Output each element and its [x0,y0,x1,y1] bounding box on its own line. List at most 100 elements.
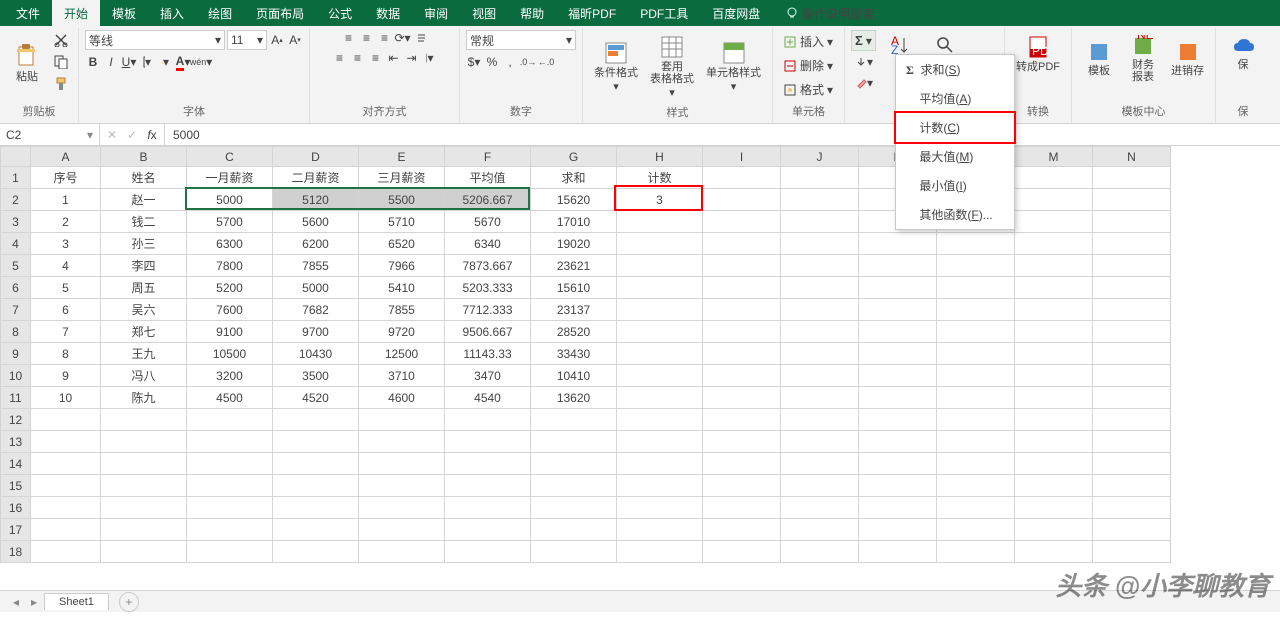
cell-L7[interactable] [937,299,1015,321]
tab-审阅[interactable]: 审阅 [412,0,460,26]
cell-L4[interactable] [937,233,1015,255]
cell-J5[interactable] [781,255,859,277]
cell-H13[interactable] [617,431,703,453]
cell-M3[interactable] [1015,211,1093,233]
wrap-text-button[interactable] [413,30,429,46]
cell-A10[interactable]: 9 [31,365,101,387]
cell-C3[interactable]: 5700 [187,211,273,233]
cell-J8[interactable] [781,321,859,343]
cell-D6[interactable]: 5000 [273,277,359,299]
autosum-C[interactable]: 计数(C) [896,113,1014,142]
align-right-button[interactable]: ≡ [368,50,384,66]
format-painter-button[interactable] [50,74,72,94]
cell-N17[interactable] [1093,519,1171,541]
cell-K18[interactable] [859,541,937,563]
tab-模板[interactable]: 模板 [100,0,148,26]
name-box[interactable]: C2▾ [0,124,100,145]
cell-D16[interactable] [273,497,359,519]
cell-H2[interactable]: 3 [617,189,703,211]
cell-E4[interactable]: 6520 [359,233,445,255]
cell-A12[interactable] [31,409,101,431]
cell-J6[interactable] [781,277,859,299]
cell-G18[interactable] [531,541,617,563]
col-header-M[interactable]: M [1015,147,1093,167]
fill-button[interactable]: ▾ [851,52,877,72]
cell-I6[interactable] [703,277,781,299]
formula-input[interactable]: 5000 [165,124,1280,145]
cell-H9[interactable] [617,343,703,365]
cell-D4[interactable]: 6200 [273,233,359,255]
fx-button[interactable]: fx [144,127,160,143]
cell-A4[interactable]: 3 [31,233,101,255]
cell-C1[interactable]: 一月薪资 [187,167,273,189]
cell-A1[interactable]: 序号 [31,167,101,189]
cell-I4[interactable] [703,233,781,255]
tab-百度网盘[interactable]: 百度网盘 [700,0,772,26]
col-header-H[interactable]: H [617,147,703,167]
cell-F2[interactable]: 5206.667 [445,189,531,211]
cell-K14[interactable] [859,453,937,475]
cell-F14[interactable] [445,453,531,475]
cell-J15[interactable] [781,475,859,497]
sales-template-button[interactable]: 进销存 [1166,36,1209,80]
cell-K9[interactable] [859,343,937,365]
cell-I9[interactable] [703,343,781,365]
cell-A6[interactable]: 5 [31,277,101,299]
cell-B8[interactable]: 郑七 [101,321,187,343]
row-header-11[interactable]: 11 [1,387,31,409]
cell-H17[interactable] [617,519,703,541]
table-format-button[interactable]: 套用 表格格式▾ [645,30,699,102]
cell-C6[interactable]: 5200 [187,277,273,299]
cell-E12[interactable] [359,409,445,431]
cell-I12[interactable] [703,409,781,431]
cell-I13[interactable] [703,431,781,453]
row-header-12[interactable]: 12 [1,409,31,431]
cell-C5[interactable]: 7800 [187,255,273,277]
sheet-nav-next[interactable]: ▸ [26,594,42,610]
row-header-5[interactable]: 5 [1,255,31,277]
row-header-14[interactable]: 14 [1,453,31,475]
font-name-select[interactable]: 等线▾ [85,30,225,50]
orientation-button[interactable]: ⟳▾ [395,30,411,46]
cell-C18[interactable] [187,541,273,563]
cell-D10[interactable]: 3500 [273,365,359,387]
cell-J16[interactable] [781,497,859,519]
enter-formula-button[interactable]: ✓ [124,127,140,143]
cell-M1[interactable] [1015,167,1093,189]
cell-A3[interactable]: 2 [31,211,101,233]
cell-M13[interactable] [1015,431,1093,453]
cell-K8[interactable] [859,321,937,343]
cell-B15[interactable] [101,475,187,497]
col-header-C[interactable]: C [187,147,273,167]
clear-button[interactable]: ▾ [851,73,877,93]
cell-G2[interactable]: 15620 [531,189,617,211]
align-center-button[interactable]: ≡ [350,50,366,66]
cell-H4[interactable] [617,233,703,255]
tab-数据[interactable]: 数据 [364,0,412,26]
cell-G14[interactable] [531,453,617,475]
cell-G16[interactable] [531,497,617,519]
cell-A15[interactable] [31,475,101,497]
cell-E2[interactable]: 5500 [359,189,445,211]
cell-D18[interactable] [273,541,359,563]
cell-K13[interactable] [859,431,937,453]
fill-color-button[interactable]: ▾ [157,54,173,70]
cell-F5[interactable]: 7873.667 [445,255,531,277]
insert-cells-button[interactable]: 插入 ▾ [779,30,837,53]
cell-J17[interactable] [781,519,859,541]
cell-H12[interactable] [617,409,703,431]
cell-E10[interactable]: 3710 [359,365,445,387]
cell-A11[interactable]: 10 [31,387,101,409]
cell-G10[interactable]: 10410 [531,365,617,387]
cell-B2[interactable]: 赵一 [101,189,187,211]
cell-D2[interactable]: 5120 [273,189,359,211]
cell-C2[interactable]: 5000 [187,189,273,211]
cell-G8[interactable]: 28520 [531,321,617,343]
cell-G13[interactable] [531,431,617,453]
cell-G1[interactable]: 求和 [531,167,617,189]
cell-N14[interactable] [1093,453,1171,475]
border-button[interactable]: ▾ [139,54,155,70]
cell-E13[interactable] [359,431,445,453]
cell-I7[interactable] [703,299,781,321]
col-header-N[interactable]: N [1093,147,1171,167]
